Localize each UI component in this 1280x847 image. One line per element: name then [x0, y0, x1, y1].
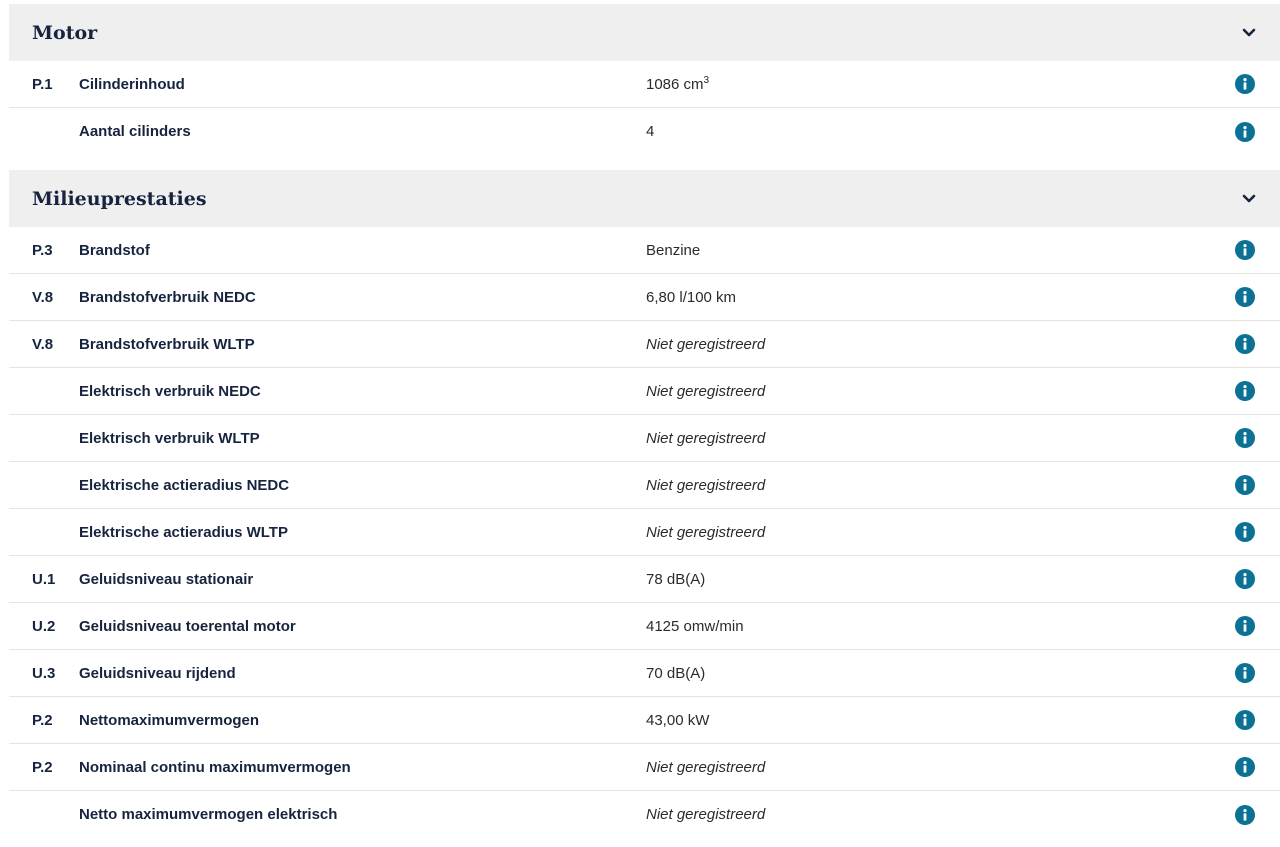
info-icon[interactable] [1235, 522, 1255, 542]
spec-code: P.2 [32, 711, 53, 729]
spec-value: Niet geregistreerd [646, 429, 766, 447]
spec-code: P.2 [32, 758, 53, 776]
spec-label: Brandstofverbruik WLTP [79, 335, 255, 353]
spec-value: Niet geregistreerd [646, 523, 766, 541]
spec-row: P.1 Cilinderinhoud 1086 cm3 [9, 61, 1280, 108]
spec-label: Elektrische actieradius WLTP [79, 523, 288, 541]
spec-code: V.8 [32, 288, 54, 306]
spec-label: Elektrisch verbruik NEDC [79, 382, 261, 400]
info-icon[interactable] [1235, 475, 1255, 495]
info-icon[interactable] [1235, 663, 1255, 683]
info-icon[interactable] [1235, 334, 1255, 354]
spec-value: 70 dB(A) [646, 664, 706, 682]
spec-value: Niet geregistreerd [646, 335, 766, 353]
vehicle-spec-panel: Motor P.1 Cilinderinhoud 1086 cm3 Aantal… [0, 0, 1280, 847]
chevron-down-icon[interactable] [1242, 28, 1256, 38]
spec-row: V.8 Brandstofverbruik NEDC 6,80 l/100 km [9, 274, 1280, 321]
spec-value: Niet geregistreerd [646, 758, 766, 776]
spec-row: U.3 Geluidsniveau rijdend 70 dB(A) [9, 650, 1280, 697]
info-icon[interactable] [1235, 74, 1255, 94]
info-icon[interactable] [1235, 569, 1255, 589]
info-icon[interactable] [1235, 710, 1255, 730]
spec-label: Nominaal continu maximumvermogen [79, 758, 351, 776]
spec-value: 4 [646, 123, 655, 140]
spec-row: U.1 Geluidsniveau stationair 78 dB(A) [9, 556, 1280, 603]
info-icon[interactable] [1235, 428, 1255, 448]
spec-label: Geluidsniveau toerental motor [79, 617, 296, 635]
section-title: Motor [32, 21, 98, 44]
unit-superscript: 3 [703, 74, 710, 86]
spec-value: Niet geregistreerd [646, 476, 766, 494]
spec-row: Elektrisch verbruik NEDC Niet geregistree… [9, 368, 1280, 415]
spec-row: V.8 Brandstofverbruik WLTP Niet geregistre… [9, 321, 1280, 368]
spec-code: V.8 [32, 335, 54, 353]
info-icon[interactable] [1235, 804, 1255, 825]
section-header-milieuprestaties[interactable]: Milieuprestaties [9, 170, 1280, 227]
section-title: Milieuprestaties [32, 187, 207, 210]
spec-code: P.3 [32, 241, 53, 259]
spec-row: Aantal cilinders 4 [9, 108, 1280, 155]
spec-label: Elektrisch verbruik WLTP [79, 429, 260, 447]
spec-row: P.3 Brandstof Benzine [9, 227, 1280, 274]
spec-label: Aantal cilinders [79, 123, 191, 140]
info-icon[interactable] [1235, 121, 1255, 142]
spec-row: P.2 Nettomaximumvermogen 43,00 kW [9, 697, 1280, 744]
spec-row: P.2 Nominaal continu maximumvermogen Niet … [9, 744, 1280, 791]
spec-label: Geluidsniveau rijdend [79, 664, 236, 682]
info-icon[interactable] [1235, 757, 1255, 777]
spec-label: Brandstofverbruik NEDC [79, 288, 256, 306]
spec-value: Niet geregistreerd [646, 382, 766, 400]
spec-label: Nettomaximumvermogen [79, 711, 260, 729]
info-icon[interactable] [1235, 616, 1255, 636]
spec-label: Geluidsniveau stationair [79, 570, 254, 588]
spec-row: Elektrische actieradius WLTP Niet geregis… [9, 509, 1280, 556]
spec-value: 6,80 l/100 km [646, 288, 737, 306]
spec-code: U.1 [32, 570, 56, 588]
spec-value: 1086 cm3 [646, 74, 710, 93]
spec-label: Brandstof [79, 241, 150, 259]
spec-row: Elektrische actieradius NEDC Niet geregis… [9, 462, 1280, 509]
info-icon[interactable] [1235, 381, 1255, 401]
spec-row: U.2 Geluidsniveau toerental motor 4125 omw… [9, 603, 1280, 650]
spec-code: P.1 [32, 75, 53, 93]
spec-value: 43,00 kW [646, 711, 710, 729]
spec-code: U.3 [32, 664, 56, 682]
spec-value: 4125 omw/min [646, 617, 744, 635]
info-icon[interactable] [1235, 240, 1255, 260]
spec-code: U.2 [32, 617, 56, 635]
section-header-motor[interactable]: Motor [9, 4, 1280, 61]
spec-row: Elektrisch verbruik WLTP Niet geregistree… [9, 415, 1280, 462]
spec-row: Netto maximumvermogen elektrisch Niet ger… [9, 791, 1280, 838]
spec-label: Netto maximumvermogen elektrisch [79, 806, 338, 823]
chevron-down-icon[interactable] [1242, 194, 1256, 204]
spec-label: Cilinderinhoud [79, 75, 185, 93]
info-icon[interactable] [1235, 287, 1255, 307]
spec-value: Benzine [646, 241, 701, 259]
spec-label: Elektrische actieradius NEDC [79, 476, 290, 494]
spec-value: 78 dB(A) [646, 570, 706, 588]
spec-value: Niet geregistreerd [646, 806, 766, 823]
